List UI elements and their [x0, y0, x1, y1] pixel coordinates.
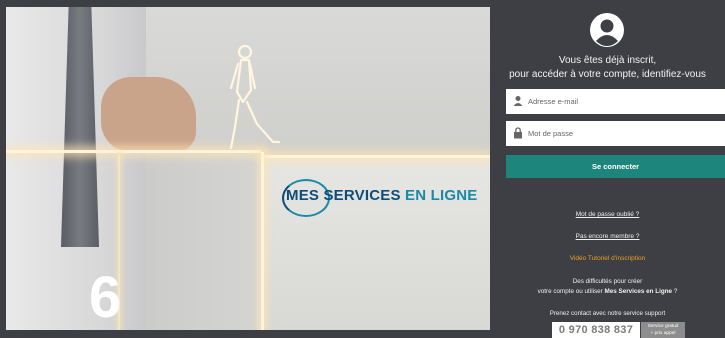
- support-text: Prenez contact avec notre service suppor…: [549, 310, 666, 317]
- step-number: 6: [89, 265, 122, 330]
- walking-figure-icon: [229, 44, 281, 150]
- logo-text-sub: EN LIGNE: [400, 187, 478, 204]
- phone-price-tag: Service gratuit + prix appel: [641, 322, 685, 338]
- help-text: Des difficultés pour créer votre compte …: [490, 277, 725, 297]
- intro-line-1: Vous êtes déjà inscrit,: [558, 55, 657, 66]
- hero-light-line: [264, 155, 490, 158]
- lock-icon: [514, 127, 522, 139]
- user-icon: [513, 96, 523, 106]
- email-input[interactable]: [528, 89, 718, 114]
- login-intro: Vous êtes déjà inscrit, pour accéder à v…: [490, 54, 725, 82]
- help-line-1: Des difficultés pour créer: [572, 278, 643, 285]
- phone-tag-line-1: Service gratuit: [647, 324, 679, 329]
- page-frame: MES SERVICES EN LIGNE 6 Vous êtes déjà i…: [0, 0, 725, 338]
- hero-hand: [101, 77, 196, 152]
- password-field[interactable]: [506, 121, 725, 146]
- login-panel: Vous êtes déjà inscrit, pour accéder à v…: [490, 7, 725, 338]
- email-field[interactable]: [506, 89, 725, 114]
- support-phone-number[interactable]: 0 970 838 837: [552, 322, 640, 338]
- help-line-2: votre compte ou utiliser Mes Services en…: [537, 288, 678, 295]
- brand-logo: MES SERVICES EN LIGNE: [282, 179, 477, 219]
- video-tutorial-link[interactable]: Vidéo Tutoriel d'inscription: [490, 255, 725, 262]
- login-button[interactable]: Se connecter: [506, 155, 725, 178]
- hero-image: MES SERVICES EN LIGNE 6: [6, 7, 490, 330]
- phone-tag-line-2: + prix appel: [650, 331, 676, 336]
- intro-line-2: pour accéder à votre compte, identifiez-…: [509, 69, 706, 80]
- logo-text-main: MES SERVICES: [286, 187, 401, 204]
- password-input[interactable]: [528, 121, 718, 146]
- signup-link[interactable]: Pas encore membre ?: [490, 233, 725, 240]
- user-avatar-icon: [590, 13, 624, 47]
- forgot-password-link[interactable]: Mot de passe oublié ?: [490, 211, 725, 218]
- hero-light-line: [261, 152, 264, 330]
